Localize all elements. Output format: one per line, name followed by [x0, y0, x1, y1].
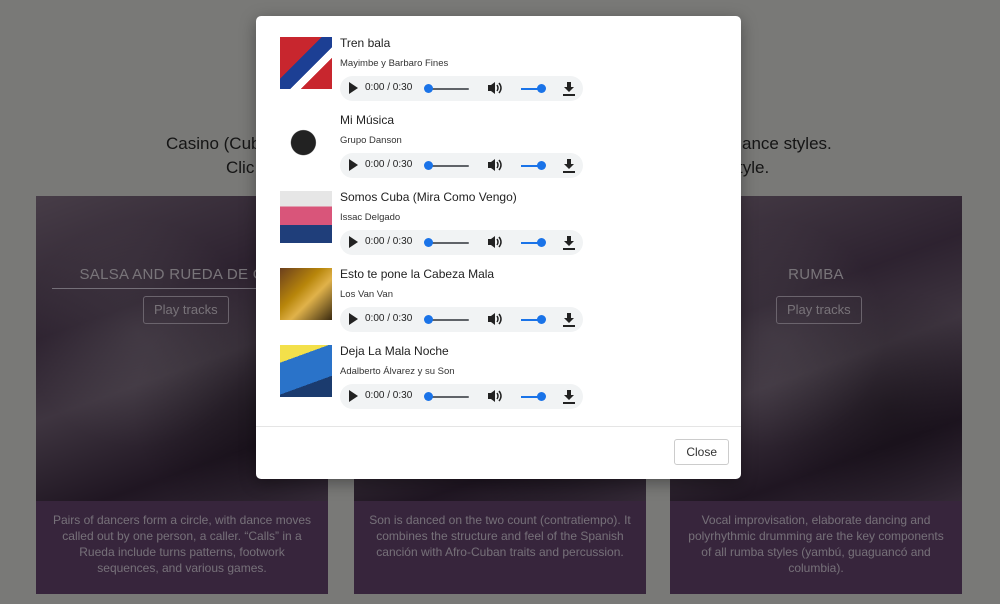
tracks-modal: Tren bala Mayimbe y Barbaro Fines 0:00 /…	[256, 16, 741, 479]
volume-icon[interactable]	[487, 158, 503, 172]
volume-slider-knob[interactable]	[537, 392, 546, 401]
audio-time: 0:00 / 0:30	[365, 159, 413, 170]
volume-slider-knob[interactable]	[537, 238, 546, 247]
download-icon[interactable]	[562, 312, 576, 327]
download-icon[interactable]	[562, 81, 576, 96]
play-icon[interactable]	[349, 390, 358, 402]
download-icon[interactable]	[562, 158, 576, 173]
track-item: Somos Cuba (Mira Como Vengo) Issac Delga…	[280, 187, 720, 259]
track-artist: Mayimbe y Barbaro Fines	[340, 58, 449, 69]
play-icon[interactable]	[349, 313, 358, 325]
track-artist: Grupo Danson	[340, 135, 402, 146]
track-artist: Issac Delgado	[340, 212, 401, 223]
track-item: Deja La Mala Noche Adalberto Álvarez y s…	[280, 341, 720, 413]
track-item: Esto te pone la Cabeza Mala Los Van Van …	[280, 264, 720, 336]
volume-icon[interactable]	[487, 312, 503, 326]
track-title: Tren bala	[340, 36, 391, 50]
audio-progress-slider[interactable]	[424, 84, 469, 93]
play-icon[interactable]	[349, 82, 358, 94]
album-cover	[280, 37, 332, 89]
audio-player: 0:00 / 0:30	[340, 384, 583, 409]
track-title: Mi Música	[340, 113, 395, 127]
track-title: Esto te pone la Cabeza Mala	[340, 267, 495, 281]
audio-player: 0:00 / 0:30	[340, 230, 583, 255]
audio-time: 0:00 / 0:30	[365, 236, 413, 247]
audio-time: 0:00 / 0:30	[365, 82, 413, 93]
track-artist: Los Van Van	[340, 289, 393, 300]
volume-slider-knob[interactable]	[537, 315, 546, 324]
play-icon[interactable]	[349, 236, 358, 248]
audio-time: 0:00 / 0:30	[365, 390, 413, 401]
download-icon[interactable]	[562, 235, 576, 250]
audio-progress-slider[interactable]	[424, 238, 469, 247]
track-title: Somos Cuba (Mira Como Vengo)	[340, 190, 517, 204]
volume-slider-knob[interactable]	[537, 84, 546, 93]
audio-player: 0:00 / 0:30	[340, 307, 583, 332]
audio-progress-slider[interactable]	[424, 392, 469, 401]
volume-icon[interactable]	[487, 81, 503, 95]
album-cover	[280, 114, 332, 166]
album-cover	[280, 191, 332, 243]
download-icon[interactable]	[562, 389, 576, 404]
play-icon[interactable]	[349, 159, 358, 171]
modal-footer-divider	[256, 426, 741, 427]
audio-progress-slider[interactable]	[424, 315, 469, 324]
track-item: Mi Música Grupo Danson 0:00 / 0:30	[280, 110, 720, 182]
album-cover	[280, 345, 332, 397]
close-button[interactable]: Close	[674, 439, 729, 465]
audio-time: 0:00 / 0:30	[365, 313, 413, 324]
album-cover	[280, 268, 332, 320]
track-item: Tren bala Mayimbe y Barbaro Fines 0:00 /…	[280, 33, 720, 105]
audio-player: 0:00 / 0:30	[340, 153, 583, 178]
volume-slider-knob[interactable]	[537, 161, 546, 170]
volume-icon[interactable]	[487, 389, 503, 403]
track-title: Deja La Mala Noche	[340, 344, 449, 358]
audio-progress-slider[interactable]	[424, 161, 469, 170]
track-artist: Adalberto Álvarez y su Son	[340, 366, 455, 377]
audio-player: 0:00 / 0:30	[340, 76, 583, 101]
volume-icon[interactable]	[487, 235, 503, 249]
